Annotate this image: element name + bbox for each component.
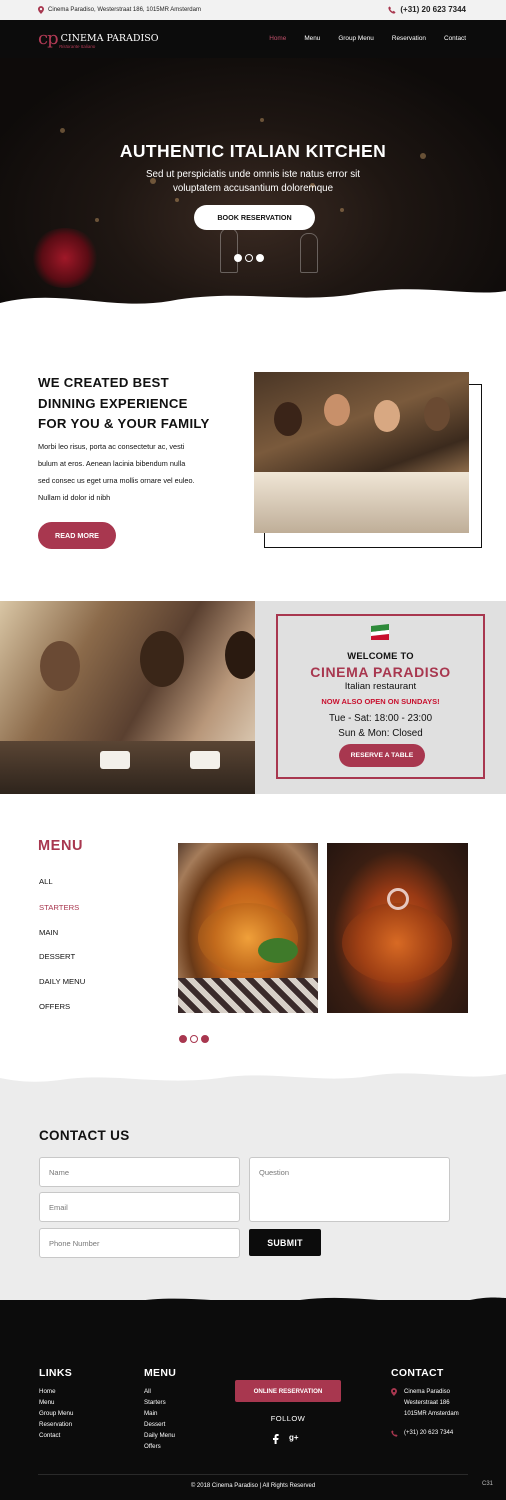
facebook-icon[interactable] — [273, 1434, 279, 1446]
logo-tagline: Ristorante Italiano — [59, 44, 96, 49]
hero-slide-dot-2[interactable] — [245, 254, 253, 262]
footer-contact-phone[interactable]: (+31) 20 623 7344 — [404, 1428, 453, 1439]
top-info-bar: Cinema Paradiso, Westerstraat 186, 1015M… — [0, 0, 506, 20]
hero-wave-divider — [0, 289, 506, 323]
footer-links-title: LINKS — [39, 1367, 72, 1379]
contact-wave-divider — [0, 1062, 506, 1082]
nav-item-menu[interactable]: Menu — [304, 35, 320, 42]
nav-menu: Home Menu Group Menu Reservation Contact — [269, 35, 466, 42]
address-block: Cinema Paradiso, Westerstraat 186, 1015M… — [38, 6, 201, 14]
location-pin-icon — [38, 6, 44, 14]
welcome-restaurant-name: CINEMA PARADISO — [310, 664, 451, 680]
welcome-heading: WELCOME TO — [347, 650, 414, 661]
online-reservation-button[interactable]: ONLINE RESERVATION — [235, 1380, 341, 1402]
logo-mark: cp — [38, 28, 59, 49]
menu-slide-dot-3[interactable] — [201, 1035, 209, 1043]
follow-label: FOLLOW — [270, 1414, 306, 1423]
footer-menu-offers[interactable]: Offers — [144, 1441, 175, 1452]
nav-item-reservation[interactable]: Reservation — [392, 35, 426, 42]
menu-section-title: MENU — [38, 838, 84, 854]
location-pin-icon — [391, 1388, 397, 1396]
welcome-restaurant-type: Italian restaurant — [344, 681, 417, 692]
menu-category-all[interactable]: ALL — [39, 877, 53, 886]
menu-category-offers[interactable]: OFFERS — [39, 1002, 70, 1011]
copyright-text: © 2018 Cinema Paradiso | All Rights Rese… — [190, 1483, 316, 1489]
menu-slider-dots — [179, 1035, 209, 1043]
hero-subtitle-line1: Sed ut perspiciatis unde omnis iste natu… — [145, 169, 360, 180]
sunday-notice: NOW ALSO OPEN ON SUNDAYS! — [321, 697, 440, 706]
contact-title: CONTACT US — [39, 1128, 130, 1143]
about-text-line3: sed consec us eget urna mollis ornare ve… — [38, 476, 195, 485]
dining-family-photo — [254, 372, 469, 533]
cafe-couple-photo — [0, 601, 255, 794]
read-more-button[interactable]: READ MORE — [38, 522, 116, 549]
about-title-line2: DINNING EXPERIENCE — [38, 395, 188, 411]
footer-address: Cinema Paradiso Westerstraat 186 1015MR … — [404, 1387, 459, 1420]
menu-category-dessert[interactable]: DESSERT — [39, 952, 75, 961]
footer-link-group-menu[interactable]: Group Menu — [39, 1408, 73, 1419]
phone-text: (+31) 20 623 7344 — [400, 5, 466, 14]
footer-link-reservation[interactable]: Reservation — [39, 1419, 73, 1430]
footer-links-list: Home Menu Group Menu Reservation Contact — [39, 1386, 73, 1441]
nav-item-home[interactable]: Home — [269, 35, 286, 42]
about-title-line1: WE CREATED BEST — [38, 375, 170, 390]
about-title-line3: FOR YOU & YOUR FAMILY — [38, 416, 210, 431]
name-field[interactable]: Name — [39, 1157, 240, 1187]
hero-title: AUTHENTIC ITALIAN KITCHEN — [119, 141, 387, 161]
footer-menu-main[interactable]: Main — [144, 1408, 175, 1419]
book-reservation-button[interactable]: BOOK RESERVATION — [194, 205, 315, 230]
footer-link-contact[interactable]: Contact — [39, 1430, 73, 1441]
italian-flag-icon — [371, 624, 389, 640]
page-tag: C31 — [482, 1481, 494, 1487]
footer-wave-divider — [0, 1297, 506, 1330]
footer-menu-daily-menu[interactable]: Daily Menu — [144, 1430, 175, 1441]
opening-hours-closed: Sun & Mon: Closed — [338, 728, 423, 739]
footer-link-home[interactable]: Home — [39, 1386, 73, 1397]
about-text-line4: Nullam id dolor id nibh — [38, 493, 111, 502]
submit-button[interactable]: SUBMIT — [249, 1229, 321, 1256]
hero-subtitle: Sed ut perspiciatis unde omnis iste natu… — [0, 168, 506, 196]
menu-slide-dot-1[interactable] — [179, 1035, 187, 1043]
logo-name: CINEMA PARADISO — [60, 33, 159, 44]
footer-menu-dessert[interactable]: Dessert — [144, 1419, 175, 1430]
about-text-line2: bulum at eros. Aenean lacinia bibendum n… — [38, 459, 186, 468]
about-title: WE CREATED BEST DINNING EXPERIENCE FOR Y… — [38, 373, 210, 435]
menu-category-starters[interactable]: STARTERS — [39, 903, 79, 912]
menu-category-daily-menu[interactable]: DAILY MENU — [39, 977, 85, 986]
footer-menu-starters[interactable]: Starters — [144, 1397, 175, 1408]
footer-menu-list: All Starters Main Dessert Daily Menu Off… — [144, 1386, 175, 1452]
menu-category-main[interactable]: MAIN — [39, 928, 58, 937]
footer-menu-title: MENU — [144, 1367, 177, 1379]
footer-contact-name: Cinema Paradiso — [404, 1389, 451, 1395]
phone-number-field[interactable]: Phone Number — [39, 1228, 240, 1258]
about-text-line1: Morbi leo risus, porta ac consectetur ac… — [38, 442, 185, 451]
footer-contact-title: CONTACT — [391, 1367, 444, 1379]
nav-item-contact[interactable]: Contact — [444, 35, 466, 42]
menu-dish-photo-2[interactable] — [327, 843, 468, 1013]
hero-subtitle-line2: voluptatem accusantium doloremque — [172, 183, 334, 194]
nav-item-group-menu[interactable]: Group Menu — [338, 35, 374, 42]
footer-menu-all[interactable]: All — [144, 1386, 175, 1397]
hero-slide-dot-3[interactable] — [256, 254, 264, 262]
main-navbar: cp CINEMA PARADISO Ristorante Italiano H… — [0, 20, 506, 58]
phone-block[interactable]: (+31) 20 623 7344 — [388, 5, 466, 14]
menu-dish-photo-1[interactable] — [178, 843, 318, 1013]
address-text: Cinema Paradiso, Westerstraat 186, 1015M… — [48, 7, 201, 13]
footer-link-menu[interactable]: Menu — [39, 1397, 73, 1408]
logo[interactable]: cp CINEMA PARADISO Ristorante Italiano — [38, 28, 159, 49]
opening-hours-weekdays: Tue - Sat: 18:00 - 23:00 — [328, 713, 433, 724]
phone-icon — [388, 5, 396, 14]
question-field[interactable]: Question — [249, 1157, 450, 1222]
hero-slider-dots — [234, 254, 264, 262]
phone-icon — [391, 1430, 398, 1437]
footer-divider — [38, 1474, 468, 1475]
reserve-table-button[interactable]: RESERVE A TABLE — [339, 744, 425, 767]
footer-contact-city: 1015MR Amsterdam — [404, 1411, 459, 1417]
hero-slide-dot-1[interactable] — [234, 254, 242, 262]
about-paragraph: Morbi leo risus, porta ac consectetur ac… — [38, 438, 238, 506]
footer-contact-street: Westerstraat 186 — [404, 1400, 450, 1406]
email-field[interactable]: Email — [39, 1192, 240, 1222]
google-plus-icon[interactable]: g+ — [289, 1433, 299, 1442]
menu-slide-dot-2[interactable] — [190, 1035, 198, 1043]
